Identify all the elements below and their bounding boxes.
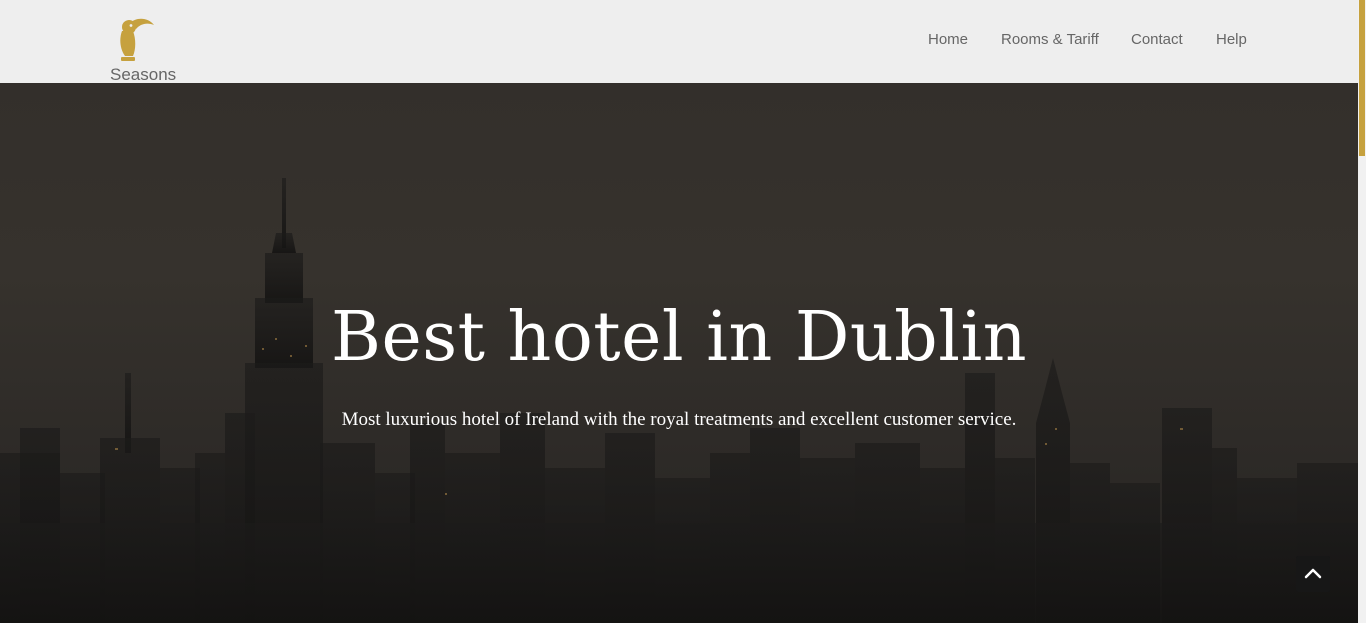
brand-name: Seasons xyxy=(110,65,177,84)
scrollbar-thumb[interactable] xyxy=(1359,0,1365,156)
site-header: Seasons Home Rooms & Tariff Contact Help xyxy=(0,0,1358,84)
chevron-up-icon xyxy=(1304,568,1322,579)
nav-home[interactable]: Home xyxy=(928,31,968,48)
back-to-top-button[interactable] xyxy=(1296,556,1330,592)
nav-rooms-tariff[interactable]: Rooms & Tariff xyxy=(1001,31,1099,48)
nav-contact[interactable]: Contact xyxy=(1131,31,1183,48)
nav-help[interactable]: Help xyxy=(1216,31,1247,48)
hero-subtitle: Most luxurious hotel of Ireland with the… xyxy=(341,409,1017,430)
page-scrollbar[interactable] xyxy=(1358,0,1366,623)
hero-section: Best hotel in Dublin Most luxurious hote… xyxy=(0,83,1358,623)
main-nav: Home Rooms & Tariff Contact Help xyxy=(0,31,1358,53)
hero-title: Best hotel in Dublin xyxy=(330,298,1027,377)
